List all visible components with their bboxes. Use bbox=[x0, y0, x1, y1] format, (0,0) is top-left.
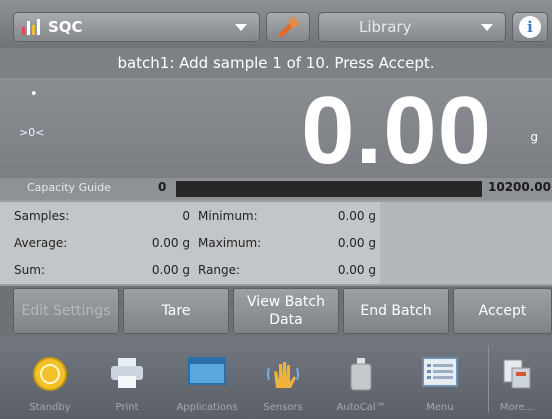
applications-icon bbox=[188, 357, 226, 385]
stats-left-column: Samples: 0 Average: 0.00 g Sum: 0.00 g bbox=[0, 202, 194, 284]
accept-button[interactable]: Accept bbox=[453, 288, 552, 334]
bottom-navigation: Standby Print Applications Sensors AutoC… bbox=[0, 336, 552, 419]
setup-button[interactable] bbox=[266, 12, 310, 42]
wrench-icon bbox=[278, 17, 299, 38]
capacity-guide-label: Capacity Guide bbox=[27, 181, 111, 194]
nav-applications-label: Applications bbox=[176, 402, 238, 413]
stat-value: 0.00 g bbox=[337, 236, 376, 250]
batch-statistics: Samples: 0 Average: 0.00 g Sum: 0.00 g M… bbox=[0, 202, 552, 284]
stats-right-column: Minimum: 0.00 g Maximum: 0.00 g Range: 0… bbox=[196, 202, 378, 284]
edit-settings-button[interactable]: Edit Settings bbox=[13, 288, 119, 334]
stat-row-minimum: Minimum: 0.00 g bbox=[196, 202, 378, 229]
library-dropdown[interactable]: Library bbox=[318, 12, 506, 42]
capacity-guide: Capacity Guide 0 10200.00 bbox=[0, 178, 552, 200]
stat-label: Maximum: bbox=[198, 236, 262, 250]
top-bar: SQC Library i bbox=[0, 0, 552, 48]
chevron-down-icon bbox=[235, 24, 247, 31]
weight-display: • >0< 0.00 g bbox=[0, 77, 552, 184]
stat-row-average: Average: 0.00 g bbox=[0, 229, 194, 256]
capacity-max: 10200.00 bbox=[488, 180, 552, 194]
stat-label: Minimum: bbox=[198, 209, 258, 223]
weight-value: 0.00 bbox=[301, 77, 492, 184]
calibration-weight-icon bbox=[350, 358, 372, 391]
view-batch-data-label-line2: Data bbox=[269, 312, 303, 328]
nav-print-label: Print bbox=[115, 402, 139, 413]
instruction-text: batch1: Add sample 1 of 10. Press Accept… bbox=[0, 48, 552, 78]
stat-value: 0.00 g bbox=[151, 236, 190, 250]
nav-applications[interactable]: Applications bbox=[172, 336, 242, 419]
nav-autocal-label: AutoCal™ bbox=[336, 402, 386, 413]
stats-empty-area bbox=[380, 202, 552, 284]
sqc-chart-icon bbox=[22, 19, 40, 35]
capacity-bar bbox=[176, 181, 482, 197]
view-batch-data-button[interactable]: View Batch Data bbox=[233, 288, 339, 334]
stat-value: 0.00 g bbox=[337, 263, 376, 277]
nav-menu[interactable]: Menu bbox=[405, 336, 475, 419]
capacity-min: 0 bbox=[158, 180, 167, 194]
stat-label: Sum: bbox=[14, 263, 45, 277]
nav-standby-label: Standby bbox=[29, 402, 71, 413]
stat-value: 0 bbox=[182, 209, 190, 223]
application-label: SQC bbox=[48, 18, 83, 36]
stat-row-maximum: Maximum: 0.00 g bbox=[196, 229, 378, 256]
info-icon: i bbox=[519, 16, 541, 38]
stable-indicator: • bbox=[30, 87, 38, 102]
action-button-bar: Edit Settings Tare View Batch Data End B… bbox=[0, 286, 552, 336]
stat-value: 0.00 g bbox=[337, 209, 376, 223]
end-batch-button[interactable]: End Batch bbox=[343, 288, 449, 334]
library-label: Library bbox=[359, 18, 412, 36]
stat-label: Range: bbox=[198, 263, 241, 277]
nav-more-label: More... bbox=[499, 402, 535, 413]
stat-row-range: Range: 0.00 g bbox=[196, 256, 378, 283]
application-dropdown[interactable]: SQC bbox=[13, 12, 260, 42]
stat-value: 0.00 g bbox=[151, 263, 190, 277]
view-batch-data-label-line1: View Batch bbox=[247, 294, 325, 310]
tare-button[interactable]: Tare bbox=[123, 288, 229, 334]
nav-autocal[interactable]: AutoCal™ bbox=[326, 336, 396, 419]
printer-icon bbox=[111, 358, 143, 388]
nav-sensors-label: Sensors bbox=[263, 402, 303, 413]
nav-sensors[interactable]: Sensors bbox=[248, 336, 318, 419]
menu-list-icon bbox=[422, 357, 458, 387]
stat-label: Average: bbox=[14, 236, 68, 250]
nav-more[interactable]: More... bbox=[482, 336, 552, 419]
center-of-zero-indicator: >0< bbox=[19, 126, 45, 139]
weight-unit: g bbox=[530, 130, 538, 144]
chevron-down-icon bbox=[481, 24, 493, 31]
nav-standby[interactable]: Standby bbox=[15, 336, 85, 419]
stat-row-sum: Sum: 0.00 g bbox=[0, 256, 194, 283]
nav-menu-label: Menu bbox=[426, 402, 454, 413]
sensors-hand-icon bbox=[267, 362, 299, 388]
info-button[interactable]: i bbox=[512, 12, 548, 42]
standby-icon bbox=[33, 357, 67, 391]
more-icon bbox=[503, 359, 531, 389]
nav-print[interactable]: Print bbox=[92, 336, 162, 419]
stat-row-samples: Samples: 0 bbox=[0, 202, 194, 229]
stat-label: Samples: bbox=[14, 209, 70, 223]
